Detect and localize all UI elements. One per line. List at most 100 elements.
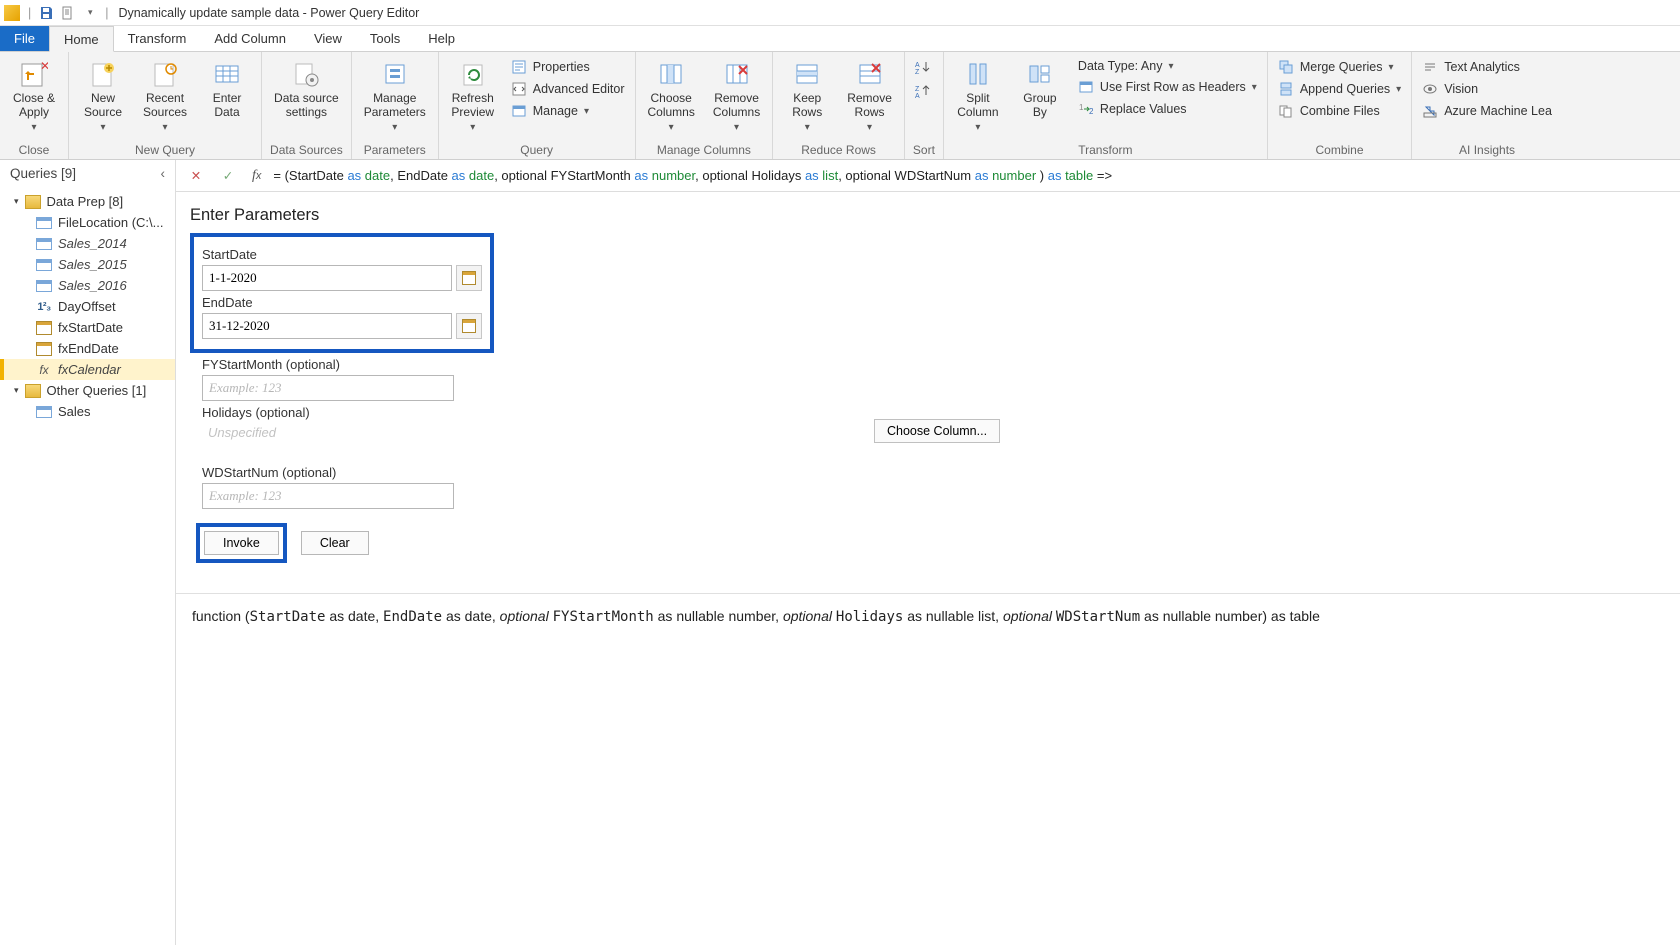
calendar-icon <box>462 319 476 333</box>
formula-text[interactable]: = (StartDate as date, EndDate as date, o… <box>273 168 1112 184</box>
tab-view[interactable]: View <box>300 26 356 51</box>
data-type-button[interactable]: Data Type: Any <box>1076 58 1259 74</box>
query-sales-2016[interactable]: Sales_2016 <box>0 275 175 296</box>
title-bar: | ▾ | Dynamically update sample data - P… <box>0 0 1680 26</box>
use-first-row-headers-label: Use First Row as Headers <box>1100 80 1246 94</box>
query-sales-2014[interactable]: Sales_2014 <box>0 233 175 254</box>
vision-button[interactable]: Vision <box>1420 80 1554 98</box>
azure-ml-icon <box>1422 103 1438 119</box>
append-queries-button[interactable]: Append Queries <box>1276 80 1403 98</box>
app-icon <box>4 5 20 21</box>
params-title: Enter Parameters <box>190 206 1666 225</box>
wdstartnum-input[interactable] <box>202 483 454 509</box>
tree-group-other[interactable]: ▾ Other Queries [1] <box>0 380 175 401</box>
enddate-input[interactable] <box>202 313 452 339</box>
collapse-pane-icon[interactable]: ‹ <box>161 166 166 181</box>
replace-values-button[interactable]: 12 Replace Values <box>1076 100 1259 118</box>
tab-tools[interactable]: Tools <box>356 26 414 51</box>
tab-add-column[interactable]: Add Column <box>200 26 300 51</box>
calendar-icon <box>462 271 476 285</box>
tab-transform[interactable]: Transform <box>114 26 201 51</box>
ribbon-group-query-label: Query <box>447 141 627 157</box>
query-filelocation[interactable]: FileLocation (C:\... <box>0 212 175 233</box>
refresh-preview-button[interactable]: Refresh Preview <box>447 56 499 135</box>
fystartmonth-input[interactable] <box>202 375 454 401</box>
sort-asc-button[interactable]: AZ <box>913 58 933 76</box>
merge-queries-button[interactable]: Merge Queries <box>1276 58 1403 76</box>
clear-button[interactable]: Clear <box>301 531 369 555</box>
table-icon <box>36 238 52 250</box>
group-by-icon <box>1024 58 1056 90</box>
ribbon-group-combine: Merge Queries Append Queries Combine Fil… <box>1268 52 1412 159</box>
formula-bar: ✕ ✓ fx = (StartDate as date, EndDate as … <box>176 160 1680 192</box>
ribbon-group-ai: Text Analytics Vision Azure Machine Lea … <box>1412 52 1562 159</box>
keep-rows-button[interactable]: Keep Rows <box>781 56 833 135</box>
ribbon-group-newquery-label: New Query <box>77 141 253 157</box>
qat-separator: | <box>28 6 31 20</box>
holidays-label: Holidays (optional) <box>202 405 454 420</box>
refresh-icon <box>457 58 489 90</box>
new-source-label: New Source <box>84 92 122 120</box>
close-apply-button[interactable]: ✕ Close & Apply <box>8 56 60 135</box>
formula-cancel-button[interactable]: ✕ <box>184 164 208 188</box>
query-sales-2015[interactable]: Sales_2015 <box>0 254 175 275</box>
calendar-icon <box>36 321 52 335</box>
tab-home[interactable]: Home <box>49 26 114 52</box>
wdstartnum-label: WDStartNum (optional) <box>202 465 1666 480</box>
qat-dropdown-icon[interactable]: ▾ <box>79 2 101 24</box>
fystartmonth-label: FYStartMonth (optional) <box>202 357 1666 372</box>
startdate-input[interactable] <box>202 265 452 291</box>
invoke-button[interactable]: Invoke <box>204 531 279 555</box>
formula-commit-button[interactable]: ✓ <box>216 164 240 188</box>
remove-rows-button[interactable]: Remove Rows <box>843 56 896 135</box>
query-fxstartdate[interactable]: fxStartDate <box>0 317 175 338</box>
data-source-settings-icon <box>290 58 322 90</box>
text-analytics-button[interactable]: Text Analytics <box>1420 58 1554 76</box>
choose-column-button[interactable]: Choose Column... <box>874 419 1000 443</box>
query-label: FileLocation (C:\... <box>58 215 164 230</box>
query-label: Sales_2015 <box>58 257 127 272</box>
ribbon-group-parameters-label: Parameters <box>360 141 430 157</box>
manage-parameters-button[interactable]: Manage Parameters <box>360 56 430 135</box>
properties-button[interactable]: Properties <box>509 58 627 76</box>
enddate-label: EndDate <box>202 295 482 310</box>
choose-columns-button[interactable]: Choose Columns <box>644 56 699 135</box>
enter-data-button[interactable]: Enter Data <box>201 56 253 122</box>
tree-group-dataprep[interactable]: ▾ Data Prep [8] <box>0 191 175 212</box>
manage-button[interactable]: Manage <box>509 102 627 120</box>
startdate-picker-button[interactable] <box>456 265 482 291</box>
window-title: Dynamically update sample data - Power Q… <box>119 6 420 20</box>
split-column-icon <box>962 58 994 90</box>
remove-columns-icon <box>721 58 753 90</box>
file-tab[interactable]: File <box>0 26 49 51</box>
remove-columns-button[interactable]: Remove Columns <box>709 56 764 135</box>
use-first-row-headers-button[interactable]: Use First Row as Headers <box>1076 78 1259 96</box>
sort-desc-button[interactable]: ZA <box>913 82 933 100</box>
remove-columns-label: Remove Columns <box>713 92 760 120</box>
document-icon[interactable] <box>57 2 79 24</box>
combine-files-button[interactable]: Combine Files <box>1276 102 1403 120</box>
properties-label: Properties <box>533 60 590 74</box>
split-column-button[interactable]: Split Column <box>952 56 1004 135</box>
advanced-editor-button[interactable]: Advanced Editor <box>509 80 627 98</box>
enddate-picker-button[interactable] <box>456 313 482 339</box>
group-by-button[interactable]: Group By <box>1014 56 1066 122</box>
azure-ml-button[interactable]: Azure Machine Lea <box>1420 102 1554 120</box>
ribbon-group-reducerows: Keep Rows Remove Rows Reduce Rows <box>773 52 905 159</box>
query-fxenddate[interactable]: fxEndDate <box>0 338 175 359</box>
save-icon[interactable] <box>35 2 57 24</box>
query-dayoffset[interactable]: 1²₃DayOffset <box>0 296 175 317</box>
query-sales[interactable]: Sales <box>0 401 175 422</box>
new-source-button[interactable]: New Source <box>77 56 129 135</box>
tab-help[interactable]: Help <box>414 26 469 51</box>
recent-sources-button[interactable]: Recent Sources <box>139 56 191 135</box>
invoke-highlight: Invoke <box>196 523 287 563</box>
svg-text:A: A <box>915 62 920 69</box>
fx-icon: fx <box>248 168 265 184</box>
queries-pane: Queries [9] ‹ ▾ Data Prep [8] FileLocati… <box>0 160 176 945</box>
ribbon-group-sort-label: Sort <box>913 141 935 157</box>
query-fxcalendar[interactable]: fxfxCalendar <box>0 359 175 380</box>
query-label: Sales_2016 <box>58 278 127 293</box>
combine-files-icon <box>1278 103 1294 119</box>
data-source-settings-button[interactable]: Data source settings <box>270 56 343 122</box>
